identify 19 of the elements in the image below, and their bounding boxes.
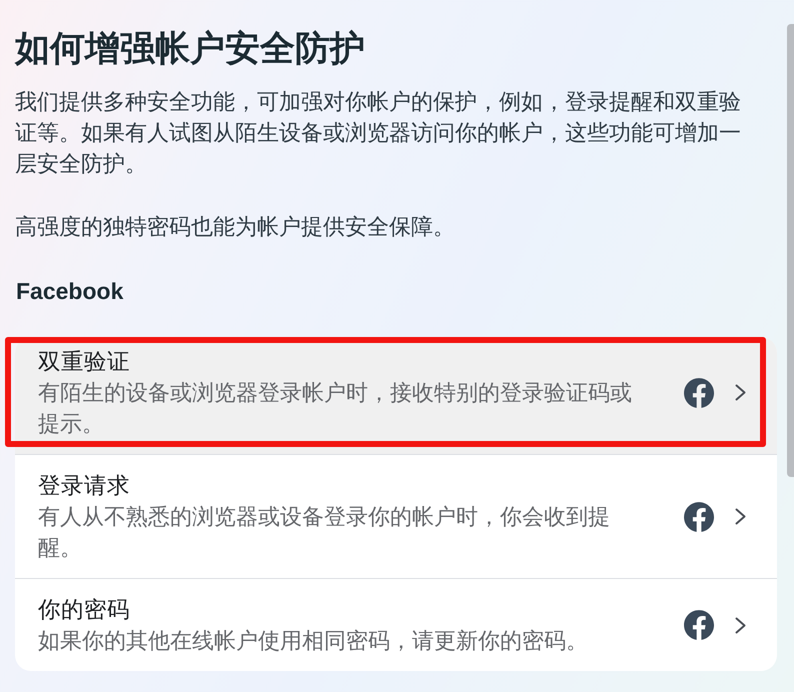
facebook-icon [684,378,714,408]
body-paragraph: 我们提供多种安全功能，可加强对你帐户的保护，例如，登录提醒和双重验证等。如果有人试图从陌生设备或浏览器访问你的帐户，这些功能可增加一层安全防护。 [15,88,742,178]
option-description: 有陌生的设备或浏览器登录帐户时，接收特别的登录验证码或提示。 [38,379,633,438]
facebook-icon [684,610,714,640]
facebook-icon [684,502,714,532]
option-title: 登录请求 [38,472,130,500]
chevron-right-icon [735,616,746,634]
option-title: 双重验证 [38,348,130,376]
option-description: 如果你的其他在线帐户使用相同密码，请更新你的密码。 [38,627,588,655]
body-paragraph: 高强度的独特密码也能为帐户提供安全保障。 [15,213,455,241]
chevron-right-icon [735,508,746,525]
chevron-right-icon [735,384,746,401]
page-title: 如何增强帐户安全防护 [15,28,365,70]
option-description: 有人从不熟悉的浏览器或设备登录你的帐户时，你会收到提醒。 [38,503,611,562]
security-option[interactable]: 登录请求 有人从不熟悉的浏览器或设备登录你的帐户时，你会收到提醒。 [15,454,777,578]
option-title: 你的密码 [38,596,130,624]
scrollbar-thumb[interactable] [787,24,794,477]
security-option[interactable]: 你的密码 如果你的其他在线帐户使用相同密码，请更新你的密码。 [15,578,777,671]
section-heading: Facebook [16,277,124,306]
